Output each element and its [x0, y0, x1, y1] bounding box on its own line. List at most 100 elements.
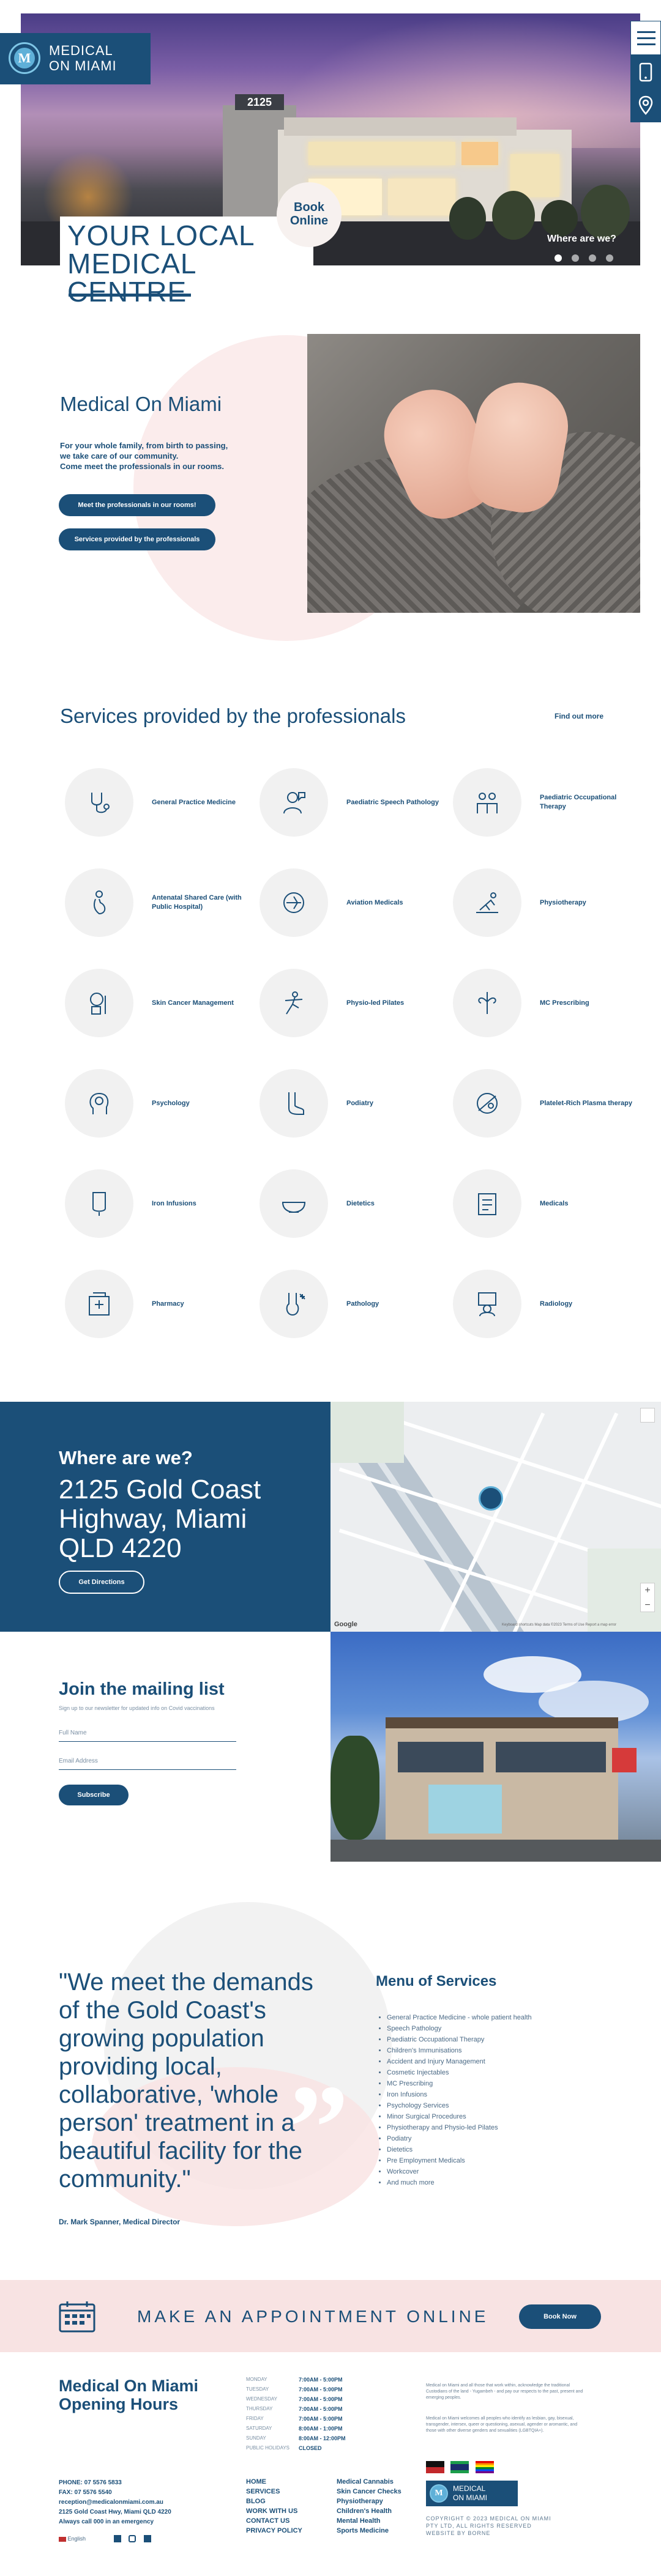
service-item[interactable]: Aviation Medicals [260, 868, 455, 942]
phone-button[interactable] [630, 56, 661, 88]
get-directions-button[interactable]: Get Directions [59, 1571, 144, 1594]
menu-services-list: General Practice Medicine - whole patien… [387, 2012, 532, 2188]
service-item[interactable]: Pathology [260, 1270, 455, 1343]
foot-icon [288, 1092, 304, 1115]
hours-day: SUNDAY [246, 2435, 266, 2441]
service-item[interactable]: Iron Infusions [65, 1169, 261, 1243]
meet-professionals-button[interactable]: Meet the professionals in our rooms! [59, 494, 215, 516]
service-item[interactable]: Medicals [453, 1169, 649, 1243]
instagram-icon[interactable] [129, 2535, 136, 2542]
service-item[interactable]: Dietetics [260, 1169, 455, 1243]
intro-text-line2: we take care of our community. [60, 451, 179, 461]
site-logo[interactable]: M MEDICAL ON MIAMI [0, 33, 151, 84]
service-item[interactable]: Radiology [453, 1270, 649, 1343]
service-icon-circle [260, 1169, 328, 1238]
service-label: Medicals [540, 1199, 569, 1207]
footer-nav-link[interactable]: Skin Cancer Checks [337, 2488, 401, 2495]
book-now-button[interactable]: Book Now [519, 2304, 601, 2329]
menu-service-item: Accident and Injury Management [387, 2056, 532, 2067]
service-item[interactable]: Physiotherapy [453, 868, 649, 942]
footer-nav-link[interactable]: Physiotherapy [337, 2498, 383, 2505]
service-item[interactable]: MC Prescribing [453, 969, 649, 1042]
family-icon [477, 793, 498, 813]
service-item[interactable]: General Practice Medicine [65, 768, 261, 842]
footer-nav-link[interactable]: Sports Medicine [337, 2527, 389, 2534]
hours-time: 7:00AM - 5:00PM [299, 2377, 343, 2383]
location-map[interactable]: + − Google Keyboard shortcuts Map data ©2… [330, 1402, 661, 1632]
service-item[interactable]: Podiatry [260, 1069, 455, 1142]
service-label: Platelet-Rich Plasma therapy [540, 1099, 633, 1107]
hero-title-line2: MEDICAL CENTRE [67, 248, 196, 308]
footer-nav-link[interactable]: PRIVACY POLICY [246, 2527, 302, 2534]
footer-nav-link[interactable]: Medical Cannabis [337, 2478, 394, 2485]
service-label: Physio-led Pilates [346, 999, 405, 1007]
footer-phone[interactable]: PHONE: 07 5576 5833 [59, 2478, 171, 2488]
service-item[interactable]: Psychology [65, 1069, 261, 1142]
inclusion-text: Medical on Miami welcomes all peoples wh… [426, 2416, 578, 2433]
service-icon-circle [453, 1069, 521, 1138]
service-item[interactable]: Platelet-Rich Plasma therapy [453, 1069, 649, 1142]
torres-strait-flag-icon [450, 2461, 469, 2473]
mailing-subtitle: Sign up to our newsletter for updated in… [59, 1705, 215, 1711]
hours-day: WEDNESDAY [246, 2396, 277, 2402]
slider-dot[interactable] [606, 254, 613, 262]
service-icon-circle [65, 1169, 133, 1238]
service-icon-circle [260, 1069, 328, 1138]
hours-time: 7:00AM - 5:00PM [299, 2386, 343, 2393]
map-marker-icon[interactable] [479, 1486, 503, 1511]
speech-icon [283, 792, 305, 814]
hamburger-menu-button[interactable] [630, 21, 661, 55]
service-label: Aviation Medicals [346, 898, 403, 906]
service-item[interactable]: Physio-led Pilates [260, 969, 455, 1042]
hours-day: MONDAY [246, 2377, 267, 2382]
linkedin-icon[interactable] [143, 2535, 151, 2542]
footer-nav-link[interactable]: Children's Health [337, 2508, 392, 2515]
footer-logo-emblem-icon: M [430, 2484, 448, 2503]
footer-nav-link[interactable]: WORK WITH US [246, 2508, 297, 2515]
slider-dot[interactable] [572, 254, 579, 262]
menu-service-item: Dietetics [387, 2144, 532, 2155]
service-icon-circle [65, 969, 133, 1037]
footer-nav-link[interactable]: HOME [246, 2478, 266, 2485]
subscribe-button[interactable]: Subscribe [59, 1785, 129, 1805]
menu-service-item: Paediatric Occupational Therapy [387, 2034, 532, 2045]
service-label: Antenatal Shared Care (with Public Hospi… [152, 894, 242, 911]
footer-nav-link[interactable]: CONTACT US [246, 2517, 289, 2525]
language-selector[interactable]: English [59, 2536, 86, 2542]
services-provided-button[interactable]: Services provided by the professionals [59, 528, 215, 550]
slider-dot[interactable] [555, 254, 562, 262]
book-online-button[interactable]: Book Online [277, 182, 342, 247]
location-panel: Where are we? 2125 Gold Coast Highway, M… [0, 1402, 330, 1632]
hours-day: SATURDAY [246, 2426, 272, 2431]
service-item[interactable]: Skin Cancer Management [65, 969, 261, 1042]
find-out-more-link[interactable]: Find out more [555, 712, 603, 720]
footer-nav-link[interactable]: SERVICES [246, 2488, 280, 2495]
menu-service-item: Workcover [387, 2166, 532, 2177]
mailing-title: Join the mailing list [59, 1679, 225, 1699]
service-item[interactable]: Pharmacy [65, 1270, 261, 1343]
zoom-controls[interactable]: + − [640, 1583, 655, 1612]
website-credit[interactable]: WEBSITE BY BORNE [426, 2530, 551, 2537]
hours-day: THURSDAY [246, 2406, 273, 2411]
map-google-label: Google [334, 1621, 357, 1628]
logo-text-line2: ON MIAMI [49, 58, 117, 73]
footer-logo[interactable]: M MEDICAL ON MIAMI [426, 2481, 518, 2506]
service-item[interactable]: Paediatric Occupational Therapy [453, 768, 649, 842]
service-icon-circle [453, 768, 521, 837]
logo-text-line1: MEDICAL [49, 43, 113, 58]
slider-dot[interactable] [589, 254, 596, 262]
footer-nav-link[interactable]: Mental Health [337, 2517, 381, 2525]
service-item[interactable]: Antenatal Shared Care (with Public Hospi… [65, 868, 261, 942]
footer-nav-link[interactable]: BLOG [246, 2498, 266, 2505]
map-pin-icon [638, 95, 653, 115]
service-icon-circle [260, 868, 328, 937]
location-button[interactable] [630, 89, 661, 121]
service-label: Radiology [540, 1300, 573, 1308]
footer-email[interactable]: reception@medicalonmiami.com.au [59, 2498, 171, 2508]
quote-line4: providing local, [59, 2053, 222, 2080]
full-name-field[interactable]: Full Name [59, 1725, 236, 1742]
service-item[interactable]: Paediatric Speech Pathology [260, 768, 455, 842]
email-field[interactable]: Email Address [59, 1753, 236, 1770]
facebook-icon[interactable] [114, 2535, 121, 2542]
fullscreen-icon[interactable] [640, 1408, 655, 1423]
